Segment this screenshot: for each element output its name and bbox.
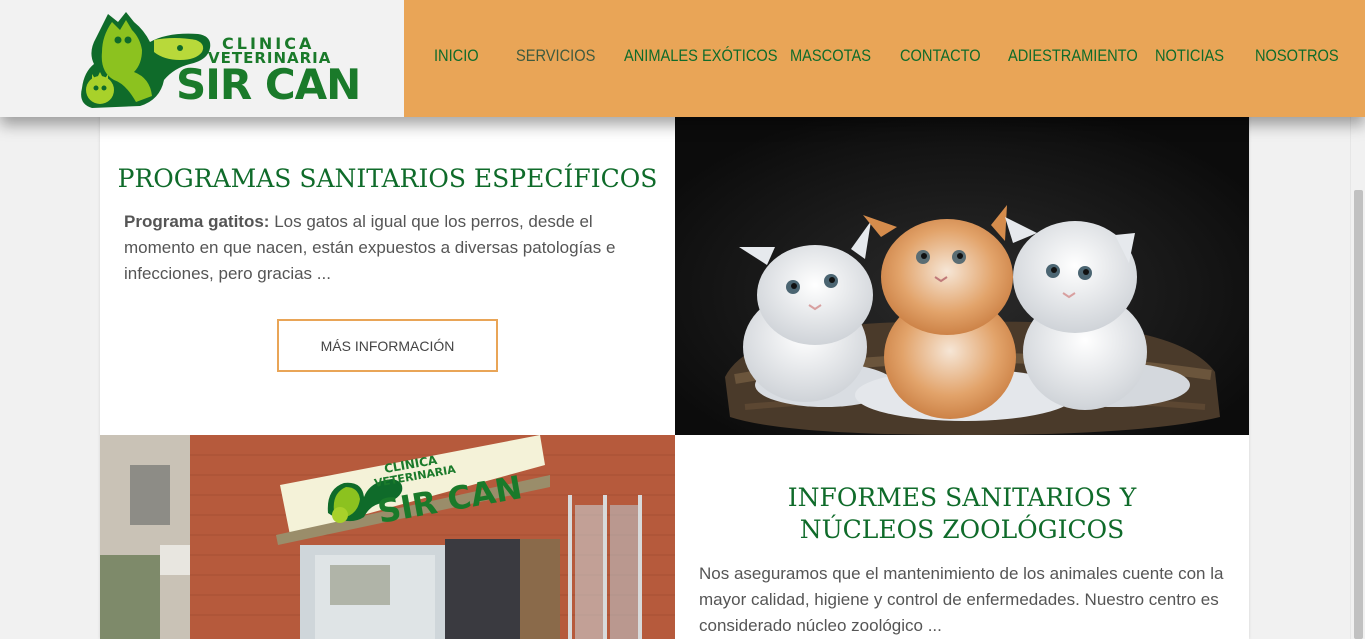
nav-item-animales-exoticos[interactable]: ANIMALES EXÓTICOS [624, 46, 778, 66]
scrollbar-thumb[interactable] [1354, 190, 1363, 639]
storefront-image: CLINICA VETERINARIA SIR CAN [100, 435, 675, 639]
card-text-lead: Programa gatitos: [124, 212, 270, 231]
main-nav: INICIO SERVICIOS ANIMALES EXÓTICOS MASCO… [404, 0, 1365, 117]
card-title-informes: INFORMES SANITARIOS Y NÚCLEOS ZOOLÓGICOS [787, 483, 1137, 544]
card-text-programas: Programa gatitos: Los gatos al igual que… [124, 209, 644, 287]
nav-item-contacto[interactable]: CONTACTO [900, 46, 981, 66]
nav-item-nosotros[interactable]: NOSOTROS [1255, 46, 1339, 66]
nav-item-noticias[interactable]: NOTICIAS [1155, 46, 1224, 66]
kittens-photo [675, 117, 1249, 435]
nav-item-mascotas[interactable]: MASCOTAS [790, 46, 871, 66]
storefront-photo: CLINICA VETERINARIA SIR CAN [100, 435, 675, 639]
nav-item-servicios[interactable]: SERVICIOS [516, 46, 595, 66]
logo-line-sircan: SIR CAN [176, 60, 361, 109]
nav-item-inicio[interactable]: INICIO [434, 46, 479, 66]
site-header: CLINICA VETERINARIA SIR CAN INICIO SERVI… [0, 0, 1365, 117]
logo-link[interactable]: CLINICA VETERINARIA SIR CAN [0, 0, 404, 117]
kittens-image [675, 117, 1249, 435]
nav-item-adiestramiento[interactable]: ADIESTRAMIENTO [1008, 46, 1138, 66]
card-text-informes: Nos aseguramos que el mantenimiento de l… [699, 564, 1224, 635]
card-title-programas: PROGRAMAS SANITARIOS ESPECÍFICOS [117, 164, 658, 193]
mas-informacion-button[interactable]: MÁS INFORMACIÓN [277, 319, 498, 372]
